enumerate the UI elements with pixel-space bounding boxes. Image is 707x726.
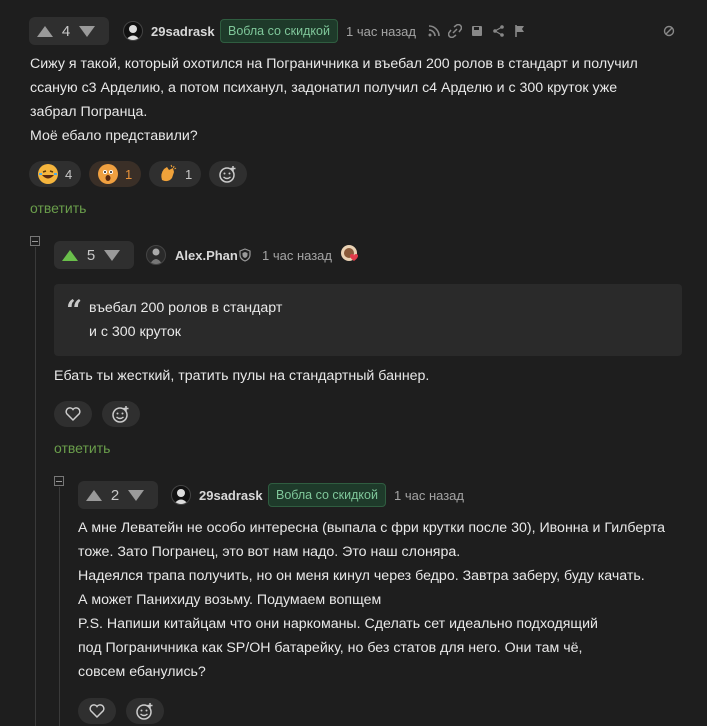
comment-text-line: Сижу я такой, который охотился на Погран… (30, 56, 638, 72)
username[interactable]: 29sadrask (151, 24, 215, 39)
timestamp[interactable]: 1 час назад (262, 248, 332, 263)
link-icon[interactable] (448, 24, 462, 38)
like-button[interactable] (78, 698, 116, 724)
shield-icon (239, 248, 251, 262)
reaction-count: 1 (185, 166, 193, 182)
like-button[interactable] (54, 401, 92, 427)
vote-widget: 4 (29, 17, 109, 45)
quote-text-line: въебал 200 ролов в стандарт (89, 300, 283, 316)
award-icon (340, 244, 360, 264)
reaction-surprised[interactable]: 1 (89, 161, 141, 187)
downvote-button[interactable] (79, 25, 95, 37)
vote-count: 2 (110, 486, 120, 504)
add-emoji-icon (112, 406, 129, 423)
avatar[interactable] (146, 245, 166, 265)
heart-icon (65, 407, 81, 422)
add-reaction-button[interactable] (102, 401, 140, 427)
heart-icon (89, 704, 105, 719)
reply-link[interactable]: ответить (30, 200, 86, 216)
downvote-button[interactable] (128, 489, 144, 501)
thread-line (59, 487, 60, 726)
reaction-clapping[interactable]: 1 (149, 161, 201, 187)
add-emoji-icon (219, 166, 236, 183)
add-reaction-button[interactable] (126, 698, 164, 724)
comment-text-line: Моё ебало представили? (30, 128, 198, 144)
flag-icon[interactable] (513, 24, 527, 38)
comment-text-line: совсем ебанулись? (78, 664, 206, 680)
save-icon[interactable] (470, 24, 484, 38)
comment-text-line: А может Панихиду возьму. Подумаем вопщем (78, 592, 382, 608)
rss-icon[interactable] (427, 24, 441, 38)
username[interactable]: 29sadrask (199, 488, 263, 503)
comment-text-line: ссаную с3 Арделию, а потом психанул, зад… (30, 80, 618, 96)
timestamp[interactable]: 1 час назад (394, 488, 464, 503)
hide-icon[interactable] (662, 24, 676, 38)
quote-block: “ въебал 200 ролов в стандарт и с 300 кр… (54, 284, 682, 356)
timestamp[interactable]: 1 час назад (346, 24, 416, 39)
reply-link[interactable]: ответить (54, 440, 110, 456)
reaction-count: 4 (65, 166, 73, 182)
add-reaction-button[interactable] (209, 161, 247, 187)
reaction-count: 1 (125, 166, 133, 182)
thread-line (35, 247, 36, 726)
comment-text-line: под Пограничника как SP/OH батарейку, но… (78, 640, 583, 656)
comment-text-line: Ебать ты жесткий, тратить пулы на станда… (54, 368, 430, 384)
comment-body: Ебать ты жесткий, тратить пулы на станда… (54, 364, 429, 388)
share-icon[interactable] (492, 24, 506, 38)
comment-body: А мне Леватейн не особо интересна (выпал… (78, 516, 665, 684)
comment-text-line: тоже. Зато Погранец, это вот нам надо. Э… (78, 544, 461, 560)
surprised-emoji-icon (98, 164, 118, 184)
laughing-emoji-icon (38, 164, 58, 184)
upvote-button[interactable] (86, 489, 102, 501)
quote-text-line: и с 300 круток (89, 324, 181, 340)
vote-widget: 2 (78, 481, 158, 509)
comment-body: Сижу я такой, который охотился на Погран… (30, 52, 638, 148)
downvote-button[interactable] (104, 249, 120, 261)
reaction-laughing[interactable]: 4 (29, 161, 81, 187)
collapse-toggle[interactable] (54, 476, 64, 486)
avatar[interactable] (123, 21, 143, 41)
comment-text-line: Надеялся трапа получить, но он меня кину… (78, 568, 645, 584)
status-badge: Вобла со скидкой (268, 483, 386, 507)
collapse-toggle[interactable] (30, 236, 40, 246)
vote-widget: 5 (54, 241, 134, 269)
comment-text-line: P.S. Напиши китайцам что они наркоманы. … (78, 616, 598, 632)
quote-icon: “ (66, 294, 83, 327)
upvote-button[interactable] (62, 249, 78, 261)
add-emoji-icon (136, 703, 153, 720)
avatar[interactable] (171, 485, 191, 505)
comment-text-line: забрал Погранца. (30, 104, 148, 120)
upvote-button[interactable] (37, 25, 53, 37)
clapping-hands-icon (158, 164, 178, 184)
vote-count: 4 (61, 22, 71, 40)
username[interactable]: Alex.Phan (175, 248, 238, 263)
status-badge: Вобла со скидкой (220, 19, 338, 43)
vote-count: 5 (86, 246, 96, 264)
comment-text-line: А мне Леватейн не особо интересна (выпал… (78, 520, 666, 536)
